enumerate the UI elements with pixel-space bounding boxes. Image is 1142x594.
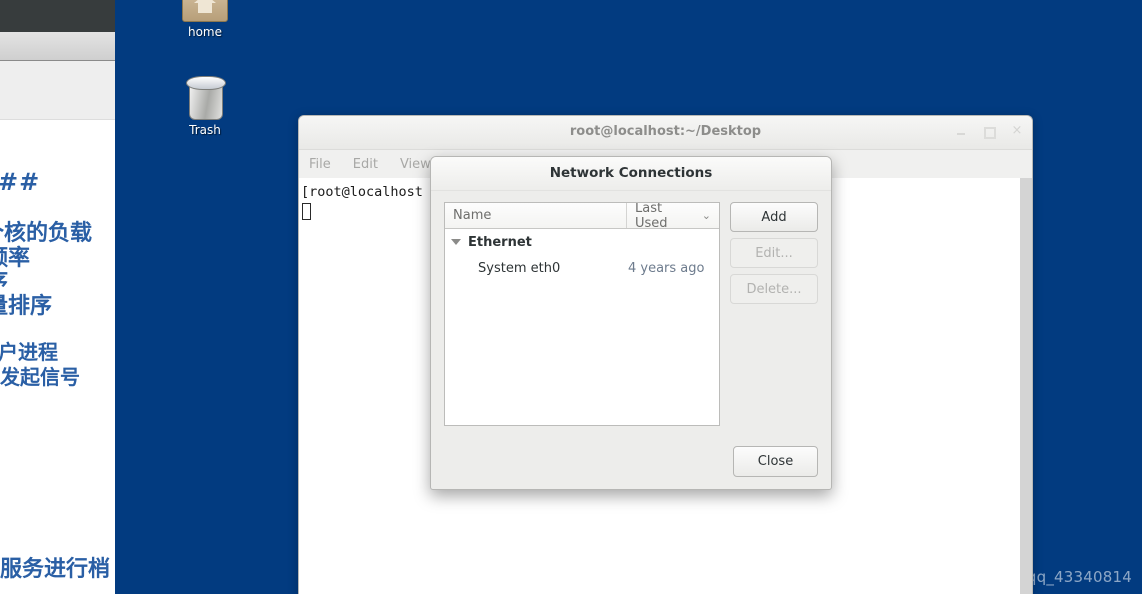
desktop-icon-trash[interactable]: Trash	[160, 72, 250, 137]
chevron-down-icon: ⌄	[701, 209, 711, 222]
dialog-title: Network Connections	[549, 165, 713, 181]
network-connections-dialog[interactable]: Network Connections Name Last Used ⌄ Eth…	[430, 156, 832, 490]
desktop-icon-home-label: home	[187, 25, 223, 39]
menu-file[interactable]: File	[309, 157, 331, 172]
dialog-content: Name Last Used ⌄ Ethernet System eth0 4 …	[431, 190, 831, 489]
dialog-main-area: Name Last Used ⌄ Ethernet System eth0 4 …	[444, 202, 818, 426]
terminal-prompt-line: [root@localhost	[301, 184, 423, 200]
trash-bin-icon	[183, 72, 227, 120]
background-dark-bar	[0, 0, 115, 32]
background-text-line-1: ##	[0, 168, 41, 196]
dialog-side-buttons: Add Edit... Delete...	[730, 202, 818, 426]
menu-edit[interactable]: Edit	[353, 157, 378, 172]
connection-last-used: 4 years ago	[628, 260, 705, 276]
background-text-line-5: 量排序	[0, 294, 53, 319]
background-toolbar-strip	[0, 32, 115, 61]
dialog-footer: Close	[733, 446, 818, 477]
connections-list-header: Name Last Used ⌄	[445, 202, 719, 231]
close-button[interactable]: Close	[733, 446, 818, 477]
desktop-icon-home[interactable]: home	[160, 0, 250, 39]
list-group-ethernet[interactable]: Ethernet	[445, 229, 719, 255]
edit-button: Edit...	[730, 238, 818, 268]
column-header-name[interactable]: Name	[445, 203, 627, 228]
add-button[interactable]: Add	[730, 202, 818, 232]
menu-view[interactable]: View	[400, 157, 431, 172]
desktop-icon-trash-label: Trash	[189, 123, 221, 137]
background-text-line-8: 对服务进行梢	[0, 557, 111, 582]
terminal-scrollbar[interactable]	[1020, 178, 1032, 594]
terminal-titlebar[interactable]: root@localhost:~/Desktop ×	[299, 116, 1032, 150]
connection-name: System eth0	[478, 260, 561, 276]
triangle-down-icon[interactable]	[451, 239, 461, 245]
delete-button: Delete...	[730, 274, 818, 304]
dialog-titlebar[interactable]: Network Connections	[431, 157, 831, 191]
connections-list[interactable]: Name Last Used ⌄ Ethernet System eth0 4 …	[444, 202, 720, 426]
maximize-icon[interactable]	[982, 124, 996, 139]
column-header-last-used[interactable]: Last Used ⌄	[627, 202, 719, 231]
list-item[interactable]: System eth0 4 years ago	[445, 255, 719, 281]
home-folder-icon	[182, 0, 228, 22]
close-icon[interactable]: ×	[1010, 124, 1024, 138]
background-text-line-7: 程发起信号	[0, 365, 80, 389]
screen: ## 个核的负载 频率 序 量排序 用户进程 程发起信号 对服务进行梢 home…	[0, 0, 1142, 594]
background-document: ## 个核的负载 频率 序 量排序 用户进程 程发起信号 对服务进行梢	[0, 0, 115, 594]
terminal-window-controls: ×	[954, 124, 1024, 139]
list-group-label: Ethernet	[468, 234, 532, 250]
column-header-last-used-label: Last Used	[635, 202, 668, 231]
minimize-icon[interactable]	[954, 124, 968, 138]
terminal-title: root@localhost:~/Desktop	[569, 124, 762, 139]
terminal-cursor	[302, 203, 311, 220]
background-panel	[0, 61, 115, 120]
